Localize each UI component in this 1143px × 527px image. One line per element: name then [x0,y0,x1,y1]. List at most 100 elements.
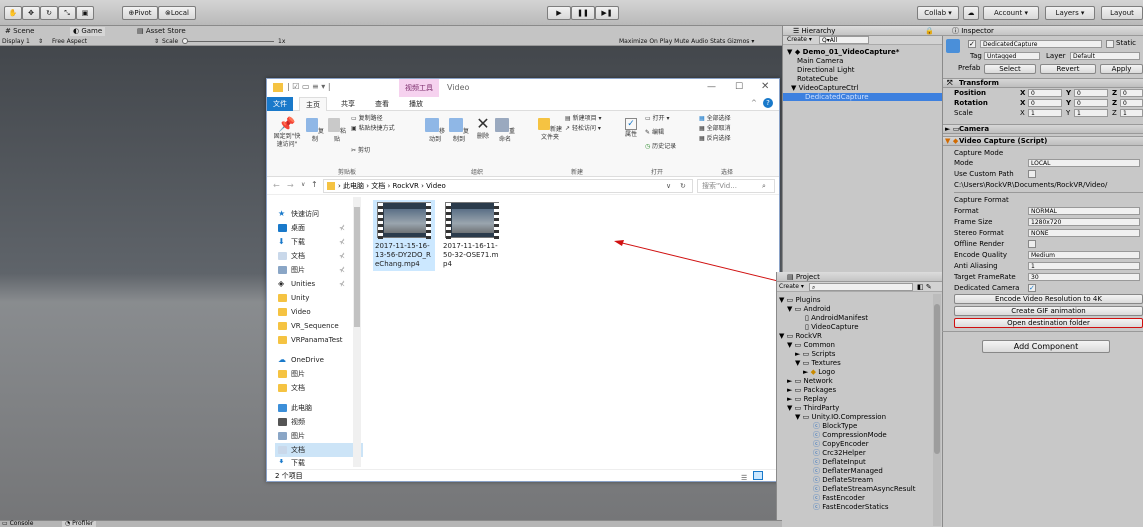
nav-vr-sequence[interactable]: VR_Sequence [275,319,363,333]
encode-4k-button[interactable]: Encode Video Resolution to 4K [954,294,1143,304]
nav-onedrive[interactable]: ☁ OneDrive [275,353,363,367]
nav-videos[interactable]: 视频 [275,415,363,429]
nav-this-pc[interactable]: 此电脑 [275,401,363,415]
quick-access-toolbar[interactable]: | ☑ ▭ ≡ ▾ | [287,82,331,91]
hierarchy-item-main-camera[interactable]: Main Camera [797,57,843,65]
nav-video[interactable]: Video [275,305,363,319]
tab-game[interactable]: ◐ Game [70,27,106,36]
paste-shortcut-button[interactable]: ▣ 粘贴快捷方式 [351,125,395,133]
nav-onedrive-pictures[interactable]: 图片 [275,367,363,381]
open-destination-folder-button[interactable]: Open destination folder [954,318,1143,328]
frame-size-dropdown[interactable]: 1280x720 [1028,218,1140,226]
invert-selection-button[interactable]: ▦ 反向选择 [699,135,731,143]
filter-icon[interactable]: ◧ ✎ [917,283,932,291]
project-item-replay[interactable]: ► ▭ Replay [787,395,827,403]
select-all-button[interactable]: ▦ 全部选择 [699,115,731,123]
search-input[interactable]: 搜索"Vid... ⌕ [697,179,775,193]
hierarchy-item-rotatecube[interactable]: RotateCube [797,75,838,83]
project-item-script[interactable]: ⓒ FastEncoderStatics [813,503,889,511]
pause-button[interactable]: ❚❚ [571,6,595,20]
easy-access-button[interactable]: ↗ 轻松访问 ▾ [565,125,601,133]
rotation-z-field[interactable]: 0 [1120,99,1143,107]
help-icon[interactable]: ? [763,98,773,108]
create-gif-button[interactable]: Create GIF animation [954,306,1143,316]
project-item-script[interactable]: ⓒ BlockType [813,422,857,430]
project-item-script[interactable]: ⓒ DeflaterManaged [813,467,883,475]
large-icons-view-icon[interactable] [753,471,763,480]
project-item-script[interactable]: ⓒ FastEncoder [813,494,865,502]
back-icon[interactable]: ← [273,181,280,190]
delete-button[interactable]: ✕ 删除 [473,115,493,141]
nav-quick-access[interactable]: ★ 快速访问 [275,207,363,221]
transform-header[interactable]: ⤧ Transform [943,78,1143,88]
collab-button[interactable]: Collab ▾ [917,6,959,20]
move-tool-icon[interactable]: ✥ [22,6,40,20]
dedicated-camera-checkbox[interactable]: ✓ [1028,284,1036,292]
copy-path-button[interactable]: ▭ 复制路径 [351,115,383,123]
play-button[interactable]: ▶ [547,6,571,20]
maximize-button[interactable]: ☐ [735,82,743,92]
position-x-field[interactable]: 0 [1028,89,1062,97]
copy-button[interactable]: 复制 [305,117,325,144]
rotation-x-field[interactable]: 0 [1028,99,1062,107]
prefab-apply-button[interactable]: Apply [1100,64,1143,74]
game-view-options[interactable]: Maximize On Play Mute Audio Stats Gizmos… [619,37,754,46]
scale-slider-handle[interactable] [182,38,188,44]
breadcrumb-documents[interactable]: 文档 [371,182,385,190]
rename-button[interactable]: 重命名 [493,117,517,144]
project-item-script[interactable]: ⓒ CompressionMode [813,431,887,439]
breadcrumb-this-pc[interactable]: 此电脑 [343,182,364,190]
project-create-button[interactable]: Create ▾ [779,283,804,291]
cut-button[interactable]: ✂ 剪切 [351,147,370,155]
nav-desktop[interactable]: 桌面 ⊀ [275,221,363,235]
move-to-button[interactable]: 移动到 [423,117,447,144]
file-item[interactable]: 2017-11-16-11-50-32-OSE71.mp4 [441,200,503,271]
project-item-script[interactable]: ⓒ Crc32Helper [813,449,866,457]
format-dropdown[interactable]: NORMAL [1028,207,1140,215]
position-y-field[interactable]: 0 [1074,89,1108,97]
project-item-rockvr[interactable]: ▼ ▭ RockVR [779,332,822,340]
cloud-icon[interactable]: ☁ [963,6,979,20]
nav-pc-documents[interactable]: 文档 [275,443,363,457]
hierarchy-item-videocapturectrl[interactable]: ▼ VideoCaptureCtrl [791,84,859,92]
display-dropdown[interactable]: Display 1 [2,37,30,46]
project-item-androidmanifest[interactable]: ▯ AndroidManifest [805,314,868,322]
tab-scene[interactable]: # Scene [2,27,37,36]
add-component-button[interactable]: Add Component [982,340,1110,353]
anti-aliasing-dropdown[interactable]: 1 [1028,262,1140,270]
rect-tool-icon[interactable]: ▣ [76,6,94,20]
scale-y-field[interactable]: 1 [1074,109,1108,117]
file-item[interactable]: 2017-11-15-16-13-56-DY2DO_ReChang.mp4 [373,200,435,271]
video-capture-header[interactable]: ▼ ◆ Video Capture (Script) [943,136,1143,146]
project-item-script[interactable]: ⓒ CopyEncoder [813,440,869,448]
lock-icon[interactable]: 🔒 [925,26,934,36]
minimize-button[interactable]: — [707,82,716,92]
scale-slider[interactable] [184,41,274,42]
hierarchy-item-directional-light[interactable]: Directional Light [797,66,855,74]
nav-unity[interactable]: Unity [275,291,363,305]
aspect-dropdown[interactable]: Free Aspect [52,37,87,46]
address-bar[interactable]: › 此电脑 › 文档 › RockVR › Video ∨ ↻ [323,179,693,193]
project-item-script[interactable]: ⓒ DeflateInput [813,458,866,466]
up-icon[interactable]: ↑ [311,180,318,189]
tag-dropdown[interactable]: Untagged [984,52,1040,60]
offline-render-checkbox[interactable] [1028,240,1036,248]
scale-x-field[interactable]: 1 [1028,109,1062,117]
project-item-script[interactable]: ⓒ DeflateStream [813,476,873,484]
active-checkbox[interactable]: ✓ [968,40,976,48]
hierarchy-search-input[interactable]: Q▾All [819,36,869,44]
position-z-field[interactable]: 0 [1120,89,1143,97]
tab-asset-store[interactable]: ▤ Asset Store [134,27,189,36]
use-custom-path-checkbox[interactable] [1028,170,1036,178]
collapse-ribbon-icon[interactable]: ^ [751,99,757,107]
step-button[interactable]: ▶❚ [595,6,619,20]
breadcrumb-video[interactable]: Video [426,182,446,190]
nav-pc-pictures[interactable]: 图片 [275,429,363,443]
nav-pc-downloads[interactable]: ⬇ 下载 [275,459,363,467]
project-scrollbar-thumb[interactable] [934,304,940,454]
nav-scrollbar[interactable] [353,197,361,467]
open-button[interactable]: ▭ 打开 ▾ [645,115,670,123]
stereo-format-dropdown[interactable]: NONE [1028,229,1140,237]
camera-header[interactable]: ► ▭ Camera [943,124,1143,134]
tab-file[interactable]: 文件 [267,97,293,111]
